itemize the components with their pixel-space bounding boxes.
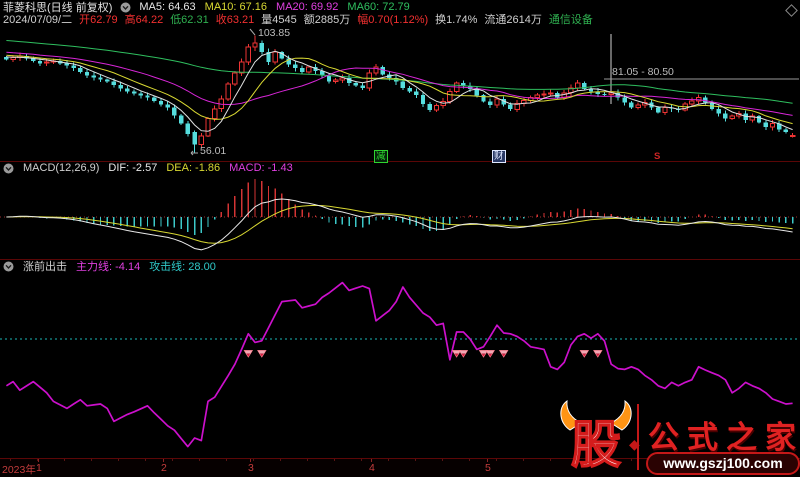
macd-chart[interactable] <box>0 175 800 258</box>
diamond-markers <box>243 350 603 358</box>
info-token: 2024/07/09/二 <box>3 14 73 26</box>
info-token: 流通2614万 <box>484 14 542 26</box>
diamond-separator-icon: ◆ <box>629 436 640 452</box>
gu-character: 股 <box>571 416 621 474</box>
peak-price-label: 103.85 <box>258 27 291 39</box>
macd-readout: MACD: -1.43 <box>229 162 293 174</box>
indicator-pane-header: 涨前出击 主力线: -4.14 攻击线: 28.00 <box>3 260 216 273</box>
axis-month-label: 3 <box>248 462 254 474</box>
axis-minor-tick <box>550 459 551 461</box>
dif-line <box>6 198 793 251</box>
axis-minor-tick <box>388 459 389 461</box>
collapse-indicator-pane-icon[interactable] <box>3 261 14 272</box>
signal-marker: 减 <box>374 150 388 163</box>
axis-year-label: 2023年 <box>2 464 36 476</box>
watermark-url: www.gszj100.com <box>646 452 800 475</box>
dif-readout: DIF: -2.57 <box>108 162 158 174</box>
diamond-marker <box>257 350 267 358</box>
info-token: 换1.74% <box>435 14 478 26</box>
axis-minor-tick <box>145 459 146 461</box>
axis-minor-tick <box>334 459 335 461</box>
watermark-site-name: 公式之家 <box>648 420 800 456</box>
ma60-line <box>6 40 793 104</box>
ma5-line <box>6 50 793 132</box>
axis-tick <box>250 459 251 462</box>
collapse-macd-pane-icon[interactable] <box>3 163 14 174</box>
axis-month-label: 4 <box>369 462 375 474</box>
dea-line <box>6 204 793 244</box>
axis-tick <box>487 459 488 462</box>
diamond-icon <box>785 4 798 17</box>
axis-minor-tick <box>496 459 497 461</box>
gongji-readout: 攻击线: 28.00 <box>149 261 216 273</box>
info-token: 低62.31 <box>170 14 209 26</box>
axis-minor-tick <box>307 459 308 461</box>
stock-chart-window: 菲菱科思(日线 前复权) MA5: 64.63 MA10: 67.16 MA20: … <box>0 0 800 477</box>
diamond-marker <box>243 350 254 358</box>
macd-title: MACD(12,26,9) <box>23 162 100 174</box>
diamond-marker <box>498 350 509 358</box>
daily-info-bar: 2024/07/09/二 开62.79 高64.22 低62.31 收63.21 量454… <box>3 13 593 26</box>
info-token: 开62.79 <box>79 14 118 26</box>
axis-month-label: 2 <box>161 462 167 474</box>
macd-pane-header: MACD(12,26,9) DIF: -2.57 DEA: -1.86 MACD… <box>3 162 293 174</box>
macd-histogram <box>12 179 794 235</box>
axis-minor-tick <box>469 459 470 461</box>
info-token: 幅0.70(1.12%) <box>357 14 429 26</box>
info-token: 收63.21 <box>215 14 255 26</box>
diamond-marker <box>458 350 469 358</box>
axis-minor-tick <box>199 459 200 461</box>
bull-logo: 股 <box>560 399 632 475</box>
axis-minor-tick <box>226 459 227 461</box>
axis-minor-tick <box>91 459 92 461</box>
axis-minor-tick <box>361 459 362 461</box>
axis-minor-tick <box>442 459 443 461</box>
axis-tick <box>371 459 372 462</box>
axis-minor-tick <box>10 459 11 461</box>
info-token: 额2885万 <box>303 14 351 26</box>
axis-minor-tick <box>253 459 254 461</box>
info-token: 通信设备 <box>548 14 593 26</box>
main-candlestick-chart[interactable] <box>0 26 800 161</box>
signal-marker: S <box>654 151 661 162</box>
diamond-marker <box>579 350 590 358</box>
axis-tick <box>38 459 39 462</box>
axis-month-label: 1 <box>36 462 42 474</box>
info-token: 高64.22 <box>124 14 164 26</box>
axis-minor-tick <box>280 459 281 461</box>
indicator-title: 涨前出击 <box>23 261 67 273</box>
axis-minor-tick <box>37 459 38 461</box>
axis-minor-tick <box>64 459 65 461</box>
trough-price-label: 56.01 <box>200 145 227 157</box>
signal-marker: 财 <box>492 150 506 163</box>
zhuli-readout: 主力线: -4.14 <box>76 261 141 273</box>
axis-tick <box>163 459 164 462</box>
axis-minor-tick <box>415 459 416 461</box>
diamond-marker <box>593 350 603 358</box>
axis-month-label: 5 <box>485 462 491 474</box>
diamond-marker <box>485 350 495 358</box>
dea-readout: DEA: -1.86 <box>166 162 221 174</box>
axis-minor-tick <box>523 459 524 461</box>
gap-zone-label: 81.05 - 80.50 <box>612 66 674 78</box>
axis-minor-tick <box>172 459 173 461</box>
ma10-line <box>6 54 793 125</box>
info-token: 量4545 <box>261 14 297 26</box>
axis-minor-tick <box>118 459 119 461</box>
